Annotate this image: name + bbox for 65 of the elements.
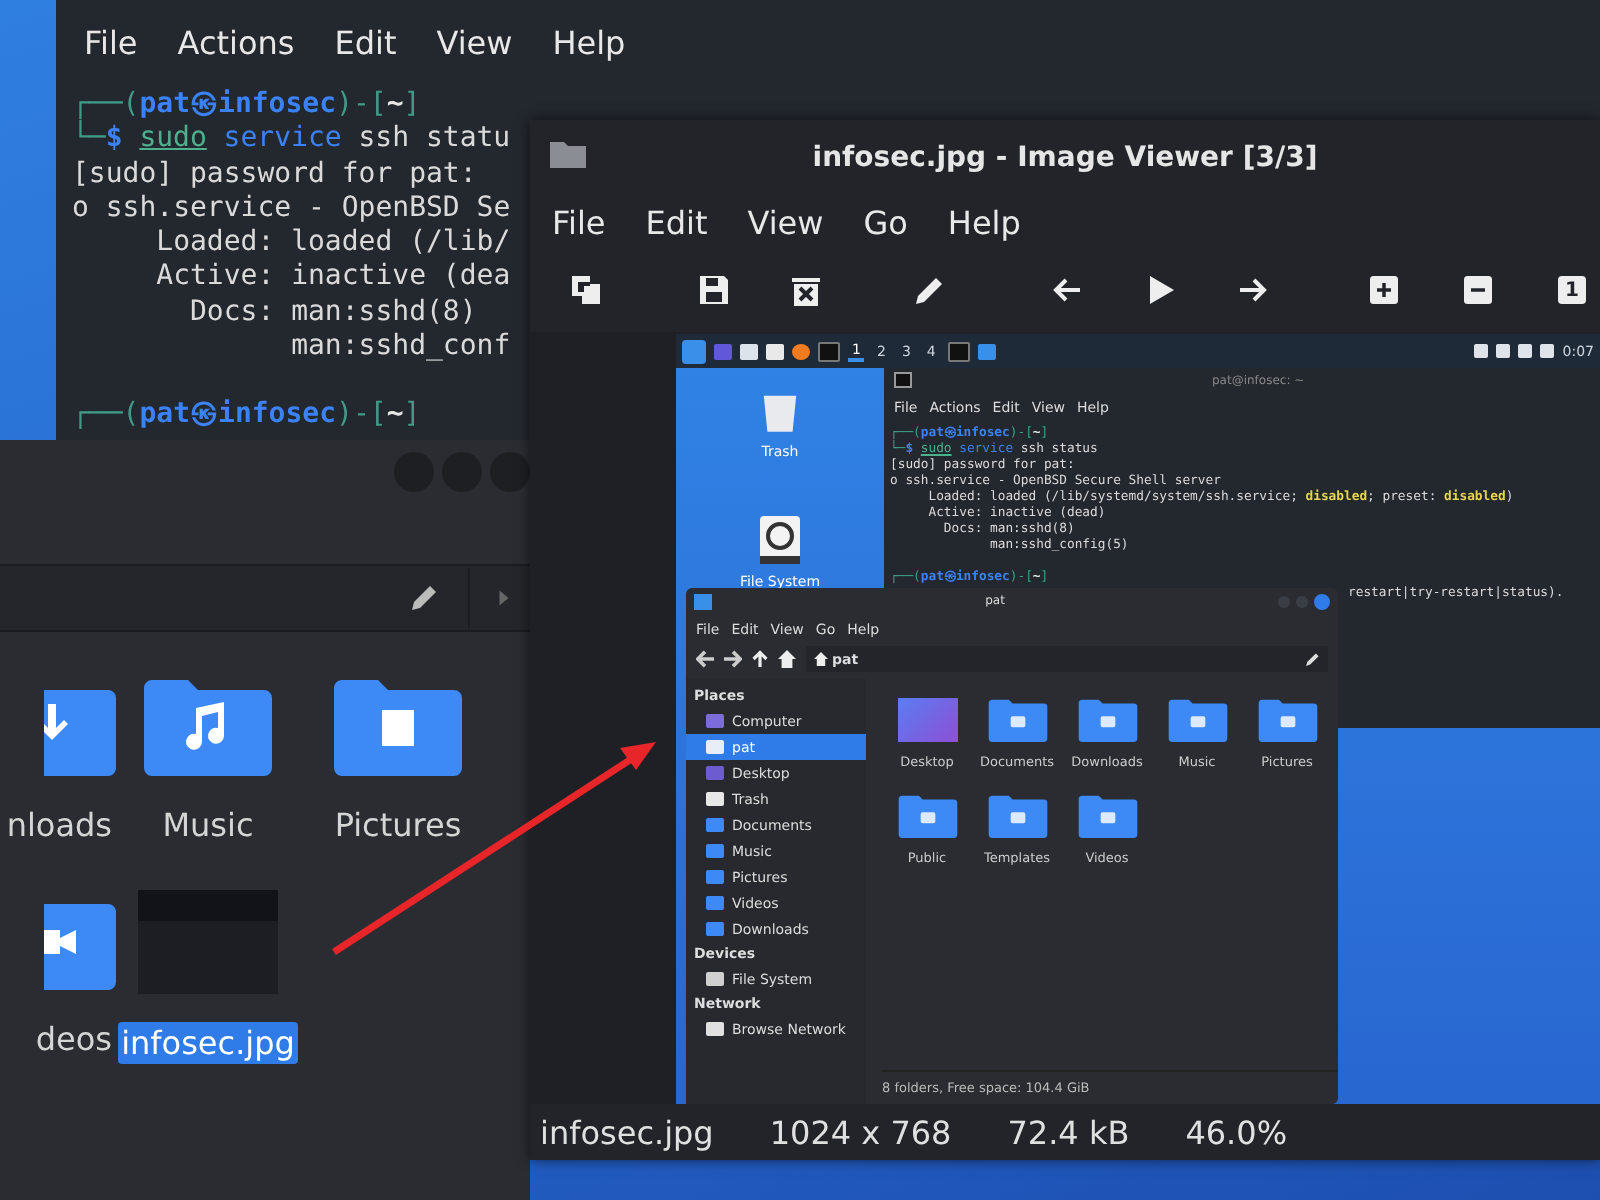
arrow-up-icon[interactable] xyxy=(752,650,768,668)
window-icon xyxy=(694,593,712,609)
folder-icon[interactable] xyxy=(1167,698,1227,742)
terminal-line: man:sshd_conf xyxy=(289,330,511,365)
terminal-line: ┌──(pat㉿infosec)-[~] xyxy=(72,398,421,434)
folder-icon[interactable] xyxy=(987,794,1047,838)
file-label[interactable]: Pictures xyxy=(330,804,466,846)
terminal-line: Active: inactive (dea xyxy=(154,260,511,296)
status-text: infosec.jpg xyxy=(540,1113,714,1151)
tray-icon xyxy=(1474,344,1489,358)
menu-item[interactable]: Edit xyxy=(645,203,708,241)
pencil-icon[interactable] xyxy=(408,582,440,614)
status-text: 46.0% xyxy=(1185,1113,1288,1151)
folder-icon[interactable] xyxy=(1077,698,1137,742)
menu-item[interactable]: File xyxy=(84,24,138,80)
terminal-line: ┌──(pat㉿infosec)-[~] xyxy=(72,88,421,120)
folder-icon[interactable] xyxy=(1077,794,1137,838)
play-icon[interactable] xyxy=(1144,274,1176,306)
menu-item[interactable]: View xyxy=(747,203,824,241)
menu-item[interactable]: Actions xyxy=(177,24,295,80)
zoom-in-icon[interactable] xyxy=(1370,276,1398,304)
menu-item[interactable]: View xyxy=(436,24,513,80)
folder-icon[interactable] xyxy=(897,794,957,838)
arrow-left-icon[interactable] xyxy=(696,650,714,668)
chevron-right-icon[interactable] xyxy=(498,588,510,608)
terminal-line: Loaded: loaded (/lib/ xyxy=(154,226,511,261)
pencil-icon[interactable] xyxy=(1306,652,1320,666)
arrow-left-icon[interactable] xyxy=(1050,274,1082,306)
arrow-right-icon[interactable] xyxy=(1238,274,1270,306)
menu-item[interactable]: Help xyxy=(552,24,626,80)
arrow-right-icon[interactable] xyxy=(724,650,742,668)
terminal-icon xyxy=(947,341,970,361)
terminal-line: └─$ sudo service ssh statu xyxy=(72,122,511,158)
image-thumbnail[interactable] xyxy=(138,890,278,994)
terminal-icon xyxy=(818,341,840,361)
pictures-folder-icon[interactable] xyxy=(334,676,462,776)
folder-icon xyxy=(550,140,586,168)
status-text: 1024 x 768 xyxy=(769,1113,952,1151)
path-field[interactable] xyxy=(0,564,530,632)
actual-size-button[interactable]: 1 xyxy=(1558,276,1586,304)
terminal-line: Docs: man:sshd(8) xyxy=(188,295,477,331)
menu-item[interactable]: Go xyxy=(863,203,908,241)
delete-icon[interactable] xyxy=(790,274,822,306)
window-title: infosec.jpg - Image Viewer [3/3] xyxy=(812,142,1318,174)
menu-item[interactable]: File xyxy=(552,203,606,241)
file-label[interactable]: infosec.jpg xyxy=(117,1022,299,1064)
terminal-line: o ssh.service - OpenBSD Se xyxy=(72,191,511,227)
folder-icon[interactable] xyxy=(1257,698,1317,742)
file-label[interactable]: Music xyxy=(158,804,258,846)
music-folder-icon[interactable] xyxy=(144,676,272,776)
file-label[interactable]: nloads xyxy=(2,804,116,846)
menu-item[interactable]: Edit xyxy=(334,24,397,80)
close-icon[interactable] xyxy=(1314,593,1330,609)
folder-icon[interactable] xyxy=(987,698,1047,742)
terminal-icon xyxy=(894,372,912,388)
copy-icon[interactable] xyxy=(570,274,602,306)
status-text: 72.4 kB xyxy=(1007,1113,1130,1151)
terminal-line: [sudo] password for pat: xyxy=(72,157,477,192)
zoom-out-icon[interactable] xyxy=(1464,276,1492,304)
pencil-icon[interactable] xyxy=(914,274,946,306)
home-icon xyxy=(814,652,828,666)
menu-item[interactable]: Help xyxy=(947,203,1021,241)
window-icon xyxy=(977,343,996,359)
file-label[interactable]: deos xyxy=(31,1018,116,1060)
save-icon[interactable] xyxy=(698,274,730,306)
